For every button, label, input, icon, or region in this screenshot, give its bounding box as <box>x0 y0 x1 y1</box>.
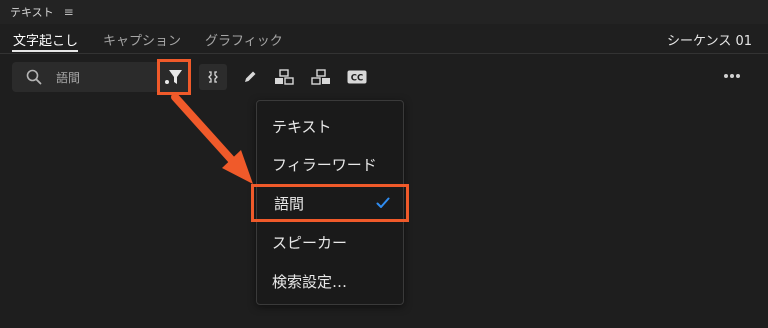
tab-bar: 文字起こし キャプション グラフィック シーケンス 01 <box>0 24 768 54</box>
toolbar: CC <box>0 54 768 100</box>
filter-button[interactable] <box>157 59 191 95</box>
more-options-button[interactable] <box>720 66 744 86</box>
tab-captions[interactable]: キャプション <box>103 30 181 49</box>
split-right-button[interactable] <box>307 64 335 90</box>
menu-item-label: 検索設定… <box>272 272 348 291</box>
check-icon <box>376 197 390 208</box>
sequence-name: シーケンス 01 <box>666 34 752 49</box>
search-icon <box>26 69 42 85</box>
edit-button[interactable] <box>236 64 264 90</box>
menu-item-filler-words[interactable]: フィラーワード <box>257 145 403 183</box>
filter-icon <box>165 70 182 84</box>
menu-item-label: フィラーワード <box>272 155 377 174</box>
hamburger-icon[interactable]: ≡ <box>64 6 74 18</box>
pencil-icon <box>245 71 256 82</box>
menu-item-text[interactable]: テキスト <box>257 107 403 145</box>
filter-menu: テキスト フィラーワード 語間 スピーカー 検索設定… <box>251 100 409 305</box>
tab-transcript[interactable]: 文字起こし <box>13 30 78 49</box>
merge-icon <box>208 71 218 83</box>
menu-item-pauses[interactable]: 語間 <box>251 184 409 222</box>
panel-header: テキスト ≡ <box>0 0 768 24</box>
active-tab-underline <box>12 50 78 52</box>
menu-item-label: スピーカー <box>272 233 348 252</box>
more-icon <box>724 74 740 78</box>
search-input[interactable] <box>56 68 156 86</box>
captions-button[interactable]: CC <box>343 64 371 90</box>
cc-label: CC <box>351 74 363 84</box>
menu-item-label: 語間 <box>274 194 305 213</box>
split-left-icon <box>275 69 294 85</box>
split-right-icon <box>311 69 330 85</box>
menu-item-search-settings[interactable]: 検索設定… <box>257 262 403 300</box>
closed-caption-icon: CC <box>347 70 367 84</box>
menu-item-speaker[interactable]: スピーカー <box>257 223 403 261</box>
tab-graphics[interactable]: グラフィック <box>205 30 283 49</box>
merge-button[interactable] <box>199 64 227 90</box>
menu-item-label: テキスト <box>272 117 332 136</box>
split-left-button[interactable] <box>270 64 298 90</box>
panel-title: テキスト <box>10 6 54 19</box>
